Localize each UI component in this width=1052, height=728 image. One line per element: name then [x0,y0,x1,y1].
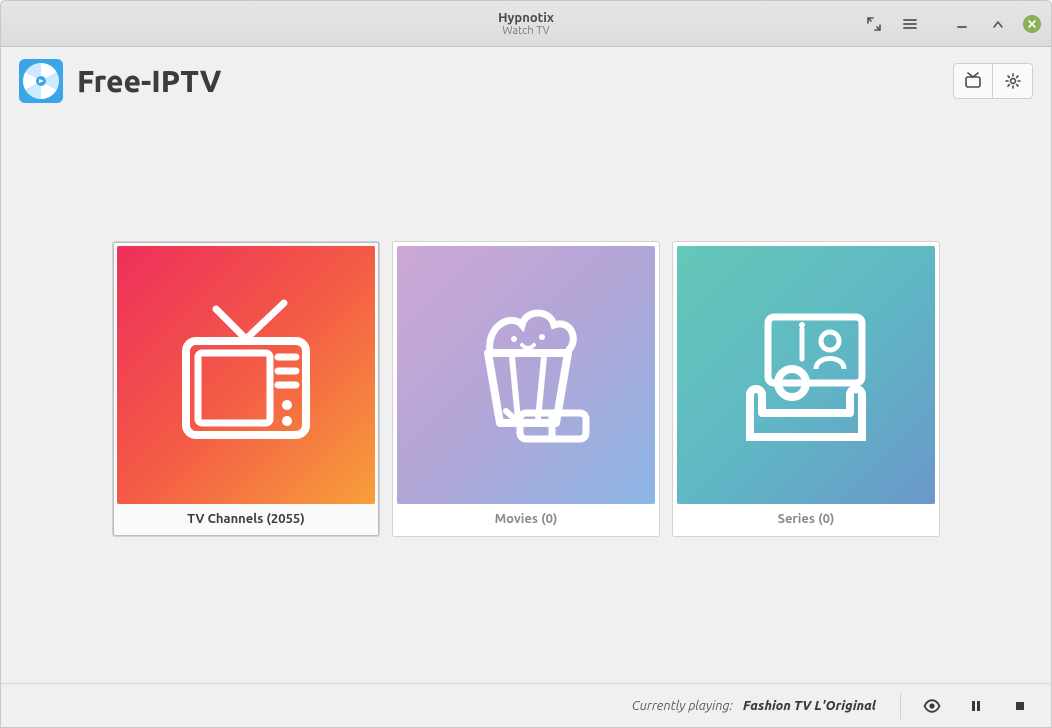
fullscreen-icon [866,16,882,32]
category-card-series[interactable]: Series (0) [672,241,940,537]
watch-tv-icon [726,295,886,455]
stop-icon [1013,699,1027,713]
pause-icon [969,699,983,713]
app-logo [19,59,63,103]
show-video-button[interactable] [915,691,949,721]
tv-icon [964,72,982,90]
pause-button[interactable] [959,691,993,721]
maximize-icon [992,18,1004,30]
header-actions [953,63,1033,99]
category-label-movies: Movies (0) [495,512,558,526]
category-thumb-movies [397,246,655,504]
window-subtitle: Watch TV [502,25,549,37]
window-close-button[interactable] [1023,15,1041,33]
window-minimize-button[interactable] [945,9,979,39]
eye-icon [923,697,941,715]
bottom-separator [900,693,901,719]
pinwheel-icon [19,59,63,103]
content-header: Free-IPTV [1,47,1051,115]
hamburger-icon [902,16,918,32]
app-window: Hypnotix Watch TV [0,0,1052,728]
tv-large-icon [166,295,326,455]
now-playing-label: Currently playing: [632,699,733,713]
providers-button[interactable] [953,63,993,99]
preferences-button[interactable] [993,63,1033,99]
category-card-tv[interactable]: TV Channels (2055) [112,241,380,537]
category-thumb-series [677,246,935,504]
main-area: TV Channels (2055) [1,115,1051,683]
window-maximize-button[interactable] [981,9,1015,39]
category-label-tv: TV Channels (2055) [187,512,305,526]
category-thumb-tv [117,246,375,504]
gear-icon [1004,72,1022,90]
window-title: Hypnotix [498,11,554,25]
bottom-bar: Currently playing: Fashion TV L'Original [1,683,1051,727]
provider-name: Free-IPTV [77,64,221,98]
now-playing-title: Fashion TV L'Original [743,699,876,713]
titlebar: Hypnotix Watch TV [1,1,1051,47]
stop-button[interactable] [1003,691,1037,721]
category-cards: TV Channels (2055) [112,241,940,537]
category-card-movies[interactable]: Movies (0) [392,241,660,537]
category-label-series: Series (0) [778,512,835,526]
menu-button[interactable] [893,9,927,39]
minimize-icon [955,17,969,31]
popcorn-icon [446,295,606,455]
fullscreen-button[interactable] [857,9,891,39]
close-icon [1027,19,1037,29]
